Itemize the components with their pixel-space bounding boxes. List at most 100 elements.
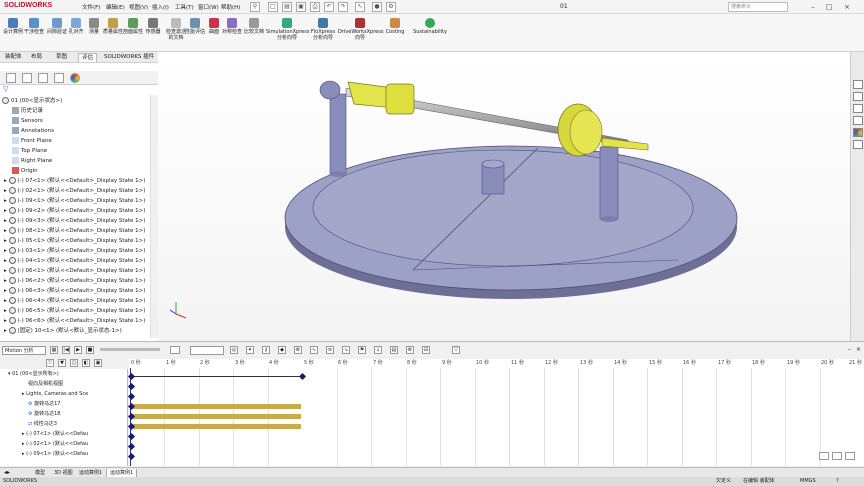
select-icon[interactable]: ↖ [355, 2, 365, 12]
symmetry-check-button[interactable]: 对称检查 [220, 18, 244, 35]
tree-filter-icon[interactable]: ▼ [58, 359, 66, 367]
tree-item-part[interactable]: ▸ (-) 06<4> (默认<<Default>_Display State … [4, 296, 145, 306]
playback-speed-slider[interactable] [100, 348, 160, 351]
minimize-icon[interactable]: – [806, 2, 820, 12]
menu-view[interactable]: 视图(V) [129, 3, 148, 11]
motor-timeline-bar[interactable] [133, 424, 301, 429]
resources-icon[interactable] [853, 92, 863, 101]
zoom-out-icon[interactable] [832, 452, 842, 460]
timeline[interactable]: 0 秒 1 秒 2 秒 3 秒 4 秒 5 秒 6 秒 7 秒 8 秒 9 秒 … [127, 359, 864, 466]
help-icon[interactable]: ? [836, 477, 839, 486]
tree-item-part[interactable]: ▸ (-) 06<2> (默认<<Default>_Display State … [4, 276, 145, 286]
animation-wizard-icon[interactable]: ✦ [246, 346, 254, 354]
dimxpert-icon[interactable] [54, 73, 64, 83]
tree-item-sensors[interactable]: Sensors [12, 116, 43, 126]
menu-help[interactable]: 帮助(H) [221, 3, 240, 11]
costing-button[interactable]: Costing [382, 18, 408, 35]
save-animation-icon[interactable]: ◎ [230, 346, 238, 354]
simulationxpress-button[interactable]: SimulationXpress 分析向导 [266, 18, 309, 41]
tree-item-origin[interactable]: Origin [12, 166, 38, 176]
stop-icon[interactable]: ■ [86, 346, 94, 354]
tree-item-right-plane[interactable]: Right Plane [12, 156, 52, 166]
tree-item-part[interactable]: ▸ (-) 06<6> (默认<<Default>_Display State … [4, 316, 145, 326]
motion-tree-item[interactable]: ▸ (-) 02<1> (默认<<Defau [22, 439, 88, 449]
save-icon[interactable]: ▣ [296, 2, 306, 12]
motor-timeline-bar[interactable] [133, 414, 301, 419]
design-library-icon[interactable] [853, 104, 863, 113]
appearance-icon[interactable] [70, 73, 80, 83]
open-file-icon[interactable]: ▤ [282, 2, 292, 12]
tree-item-top-plane[interactable]: Top Plane [12, 146, 47, 156]
study-type-select[interactable]: Motion 分析 [2, 346, 46, 355]
graphics-viewport[interactable] [158, 52, 850, 341]
tree-item-part[interactable]: ▸ (-) 09<1> (默认<<Default>_Display State … [4, 196, 145, 206]
motion-tree-item[interactable]: 视向及相机视图 [28, 379, 63, 389]
tree-item-annotations[interactable]: Annotations [12, 126, 54, 136]
restore-icon[interactable]: □ [822, 2, 836, 12]
autokey-icon[interactable]: ⚷ [262, 346, 270, 354]
tree-item-part[interactable]: ▸ (-) 06<3> (默认<<Default>_Display State … [4, 286, 145, 296]
sustainability-button[interactable]: Sustainability [412, 18, 448, 35]
tree-filter-icon[interactable]: ◧ [82, 359, 90, 367]
tree-item-part[interactable]: ▸ (-) 09<3> (默认<<Default>_Display State … [4, 216, 145, 226]
motion-tree-item[interactable]: ⇄ 线性马达3 [28, 419, 57, 429]
filter-icon[interactable]: ▽ [0, 85, 158, 95]
pin-icon[interactable]: ⚲ [250, 2, 260, 12]
keyframe[interactable] [298, 372, 307, 381]
tree-item-part[interactable]: ▸ (-) 08<1> (默认<<Default>_Display State … [4, 226, 145, 236]
tree-item-history[interactable]: 历史记录 [12, 106, 43, 116]
tab-scroll-icon[interactable]: ◂▸ [4, 469, 10, 477]
results-icon[interactable]: ▤ [390, 346, 398, 354]
tree-item-part[interactable]: ▸ (-) 09<2> (默认<<Default>_Display State … [4, 206, 145, 216]
motion-tree-item[interactable]: ▸ (-) 09<1> (默认<<Defau [22, 449, 88, 459]
undo-icon[interactable]: ↶ [324, 2, 334, 12]
tree-root[interactable]: 01 (00<显示状态>) [2, 96, 62, 106]
damper-icon[interactable]: ≡ [326, 346, 334, 354]
tree-item-front-plane[interactable]: Front Plane [12, 136, 52, 146]
tree-filter-icon[interactable]: ◫ [70, 359, 78, 367]
tree-item-part[interactable]: ▸ (-) 03<1> (默认<<Default>_Display State … [4, 246, 145, 256]
tree-scrollbar[interactable] [150, 95, 158, 338]
tree-filter-icon[interactable]: ▽ [46, 359, 54, 367]
sensor-button[interactable]: 传感器 [141, 18, 165, 35]
property-manager-icon[interactable] [22, 73, 32, 83]
add-key-icon[interactable]: ◆ [278, 346, 286, 354]
file-explorer-icon[interactable] [853, 116, 863, 125]
tree-item-part[interactable]: ▸ (-) 02<1> (默认<<Default>_Display State … [4, 186, 145, 196]
menu-window[interactable]: 窗口(W) [198, 3, 219, 11]
collapse-icon[interactable]: ⊟ [422, 346, 430, 354]
new-file-icon[interactable]: □ [268, 2, 278, 12]
tree-filter-icon[interactable]: ▣ [94, 359, 102, 367]
filter-animated-icon[interactable]: ▽ [452, 346, 460, 354]
menu-insert[interactable]: 插入(I) [152, 3, 169, 11]
tab-assembly[interactable]: 装配体 [2, 53, 25, 62]
zoom-in-icon[interactable] [819, 452, 829, 460]
floxpress-button[interactable]: FloXpress 分析向导 [308, 18, 338, 41]
motion-tree-item[interactable]: ▸ (-) 07<1> (默认<<Defau [22, 429, 88, 439]
home-icon[interactable] [853, 80, 863, 89]
print-icon[interactable]: ⎙ [310, 2, 320, 12]
contact-icon[interactable]: ⚑ [358, 346, 366, 354]
play-icon[interactable]: ▶ [74, 346, 82, 354]
panel-close-icon[interactable]: × [856, 346, 861, 353]
motor-timeline-bar[interactable] [133, 404, 301, 409]
tab-addins[interactable]: SOLIDWORKS 插件 [101, 53, 157, 62]
tab-sketch[interactable]: 草图 [53, 53, 70, 62]
close-icon[interactable]: × [840, 2, 854, 12]
motion-tree-item[interactable]: ▸ Lights, Cameras and Sce [22, 389, 88, 399]
playback-speed-select[interactable] [190, 346, 224, 355]
interference-check-button[interactable]: 干涉检查 [22, 18, 46, 35]
custom-properties-icon[interactable] [853, 140, 863, 149]
playback-mode-select[interactable] [170, 346, 180, 354]
appearances-icon[interactable] [853, 128, 863, 137]
spring-icon[interactable]: ∿ [310, 346, 318, 354]
status-units[interactable]: MMGS [800, 477, 816, 486]
rebuild-icon[interactable]: ● [372, 2, 382, 12]
config-manager-icon[interactable] [38, 73, 48, 83]
motor-icon[interactable]: ⚙ [294, 346, 302, 354]
redo-icon[interactable]: ↷ [338, 2, 348, 12]
rewind-icon[interactable]: |◀ [62, 346, 70, 354]
compare-docs-button[interactable]: 比较文档 [242, 18, 266, 35]
motion-tree-item[interactable]: ⚙ 旋转马达18 [28, 409, 60, 419]
driveworks-button[interactable]: DriveWorksXpress 向导 [338, 18, 383, 41]
